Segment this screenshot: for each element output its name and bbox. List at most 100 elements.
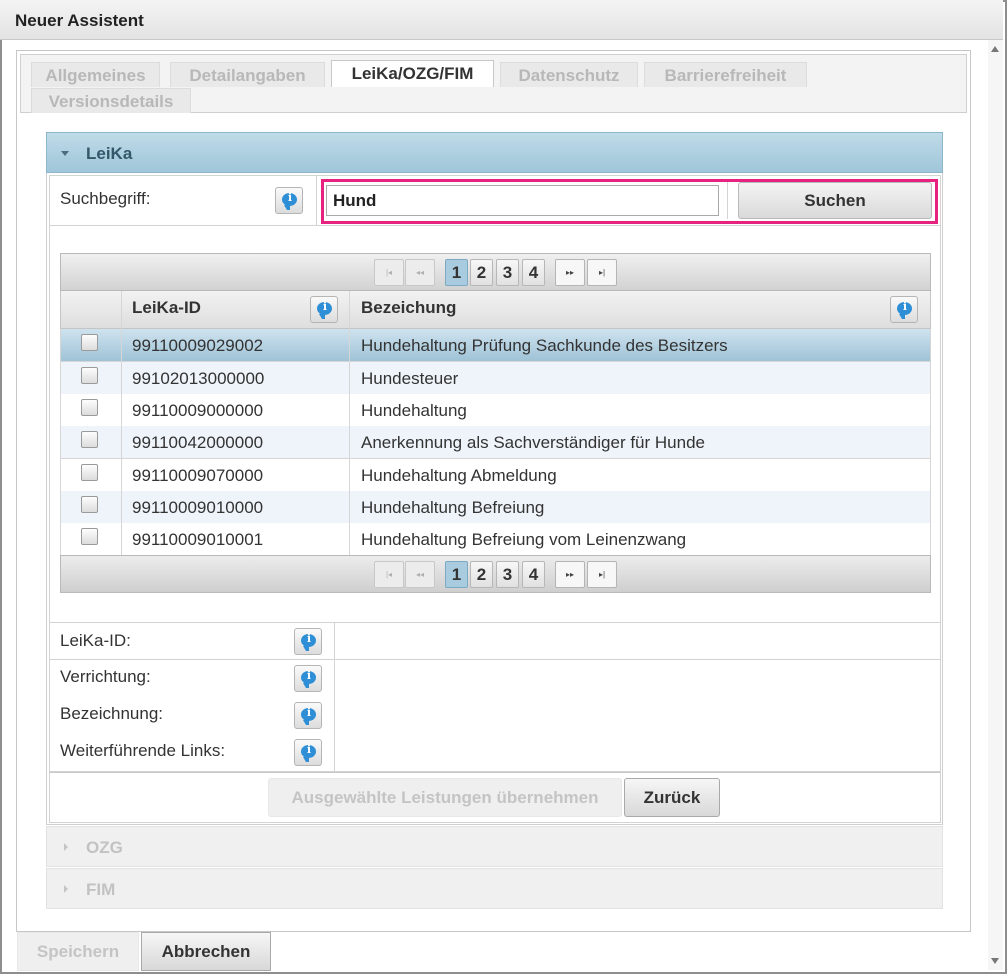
cancel-button[interactable]: Abbrechen	[141, 932, 271, 971]
search-label: Suchbegriff:	[60, 189, 151, 208]
table-row[interactable]: 99102013000000 Hundesteuer	[60, 362, 931, 395]
column-header-bezeichung[interactable]: Bezeichung	[361, 298, 456, 318]
pager-bottom: |◂ ◂◂ 1 2 3 4 ▸▸ ▸|	[60, 555, 931, 593]
table-row[interactable]: 99110009070000 Hundehaltung Abmeldung	[60, 459, 931, 492]
vertical-scrollbar[interactable]	[988, 40, 1003, 970]
detail-row-links: Weiterführende Links: i	[49, 734, 941, 772]
ozg-section-header[interactable]: OZG	[46, 826, 943, 867]
links-info-button[interactable]: i	[294, 739, 322, 766]
detail-label-links: Weiterführende Links:	[60, 741, 226, 760]
page-button-2[interactable]: 2	[470, 259, 493, 286]
row-checkbox[interactable]	[81, 528, 98, 545]
search-info-button[interactable]: i	[275, 187, 303, 214]
column-header-leika-id[interactable]: LeiKa-ID	[132, 298, 201, 318]
column-divider	[349, 329, 350, 361]
row-leika-id: 99110009000000	[132, 401, 264, 420]
last-page-icon[interactable]: ▸|	[587, 259, 617, 286]
bezeichnung-info-button[interactable]: i	[294, 702, 322, 729]
divider	[334, 697, 335, 735]
column-divider	[349, 394, 350, 426]
row-bezeichung: Hundehaltung Prüfung Sachkunde des Besit…	[361, 336, 728, 355]
table-row[interactable]: 99110009000000 Hundehaltung	[60, 394, 931, 427]
ozg-section-title: OZG	[86, 838, 123, 857]
row-checkbox[interactable]	[81, 431, 98, 448]
chevron-right-icon	[64, 885, 68, 893]
chevron-right-icon	[64, 843, 68, 851]
page-button-3[interactable]: 3	[496, 259, 519, 286]
detail-row-leika-id: LeiKa-ID: i	[49, 622, 941, 661]
save-button[interactable]: Speichern	[17, 932, 139, 971]
row-checkbox[interactable]	[81, 496, 98, 513]
row-bezeichung: Anerkennung als Sachverständiger für Hun…	[361, 433, 705, 452]
column-divider	[349, 523, 350, 555]
apply-selected-button[interactable]: Ausgewählte Leistungen übernehmen	[268, 778, 622, 817]
column-divider	[349, 459, 350, 491]
column-divider	[121, 291, 122, 329]
tab-detailangaben[interactable]: Detailangaben	[170, 62, 325, 87]
row-leika-id: 99110042000000	[132, 433, 264, 452]
detail-row-verrichtung: Verrichtung: i	[49, 660, 941, 698]
divider	[316, 175, 317, 226]
row-leika-id: 99102013000000	[132, 369, 265, 388]
row-leika-id: 99110009010000	[132, 498, 264, 517]
detail-label-verrichtung: Verrichtung:	[60, 667, 151, 686]
page-button-4[interactable]: 4	[522, 259, 545, 286]
column-divider	[121, 491, 122, 523]
detail-label-bezeichnung: Bezeichnung:	[60, 704, 164, 723]
tab-datenschutz[interactable]: Datenschutz	[500, 62, 638, 87]
tab-versionsdetails[interactable]: Versionsdetails	[31, 88, 191, 113]
leika-section-title: LeiKa	[86, 144, 133, 163]
next-page-icon[interactable]: ▸▸	[555, 259, 585, 286]
row-checkbox[interactable]	[81, 367, 98, 384]
page-button-1[interactable]: 1	[445, 259, 468, 286]
first-page-icon[interactable]: |◂	[374, 561, 404, 588]
divider	[334, 734, 335, 772]
detail-row-bezeichnung: Bezeichnung: i	[49, 697, 941, 735]
page-button-1[interactable]: 1	[445, 561, 468, 588]
row-bezeichung: Hundehaltung Abmeldung	[361, 466, 557, 485]
tab-allgemeines[interactable]: Allgemeines	[31, 62, 160, 87]
leika-section-header[interactable]: LeiKa	[46, 132, 943, 173]
search-button[interactable]: Suchen	[738, 182, 932, 219]
tab-leika-ozg-fim[interactable]: LeiKa/OZG/FIM	[331, 60, 494, 87]
previous-page-icon[interactable]: ◂◂	[405, 561, 435, 588]
chevron-down-icon	[61, 151, 69, 156]
row-bezeichung: Hundehaltung Befreiung	[361, 498, 545, 517]
row-bezeichung: Hundehaltung Befreiung vom Leinenzwang	[361, 530, 687, 549]
search-input[interactable]	[326, 185, 719, 216]
column-divider	[121, 523, 122, 555]
row-leika-id: 99110009029002	[132, 336, 264, 355]
row-leika-id: 99110009070000	[132, 466, 264, 485]
row-checkbox[interactable]	[81, 334, 98, 351]
verrichtung-info-button[interactable]: i	[294, 665, 322, 692]
row-checkbox[interactable]	[81, 464, 98, 481]
leika-id-detail-info-button[interactable]: i	[294, 628, 322, 655]
row-bezeichung: Hundehaltung	[361, 401, 467, 420]
column-divider	[349, 291, 350, 329]
table-row[interactable]: 99110009010001 Hundehaltung Befreiung vo…	[60, 523, 931, 556]
table-row[interactable]: 99110042000000 Anerkennung als Sachverst…	[60, 426, 931, 459]
next-page-icon[interactable]: ▸▸	[555, 561, 585, 588]
previous-page-icon[interactable]: ◂◂	[405, 259, 435, 286]
bezeichung-info-button[interactable]: i	[890, 296, 918, 323]
divider	[334, 623, 335, 661]
page-button-4[interactable]: 4	[522, 561, 545, 588]
row-bezeichung: Hundesteuer	[361, 369, 459, 388]
scroll-down-arrow-icon[interactable]	[991, 958, 999, 964]
scroll-up-arrow-icon[interactable]	[991, 46, 999, 52]
fim-section-header[interactable]: FIM	[46, 868, 943, 909]
page-button-3[interactable]: 3	[496, 561, 519, 588]
dialog-titlebar: Neuer Assistent	[0, 0, 1003, 40]
row-checkbox[interactable]	[81, 399, 98, 416]
column-divider	[349, 491, 350, 523]
back-button[interactable]: Zurück	[624, 778, 720, 817]
table-row[interactable]: 99110009010000 Hundehaltung Befreiung	[60, 491, 931, 524]
column-divider	[349, 362, 350, 394]
column-divider	[121, 362, 122, 394]
last-page-icon[interactable]: ▸|	[587, 561, 617, 588]
tab-barrierefreiheit[interactable]: Barrierefreiheit	[644, 62, 807, 87]
table-row[interactable]: 99110009029002 Hundehaltung Prüfung Sach…	[60, 329, 931, 362]
first-page-icon[interactable]: |◂	[374, 259, 404, 286]
leika-id-info-button[interactable]: i	[310, 296, 338, 323]
page-button-2[interactable]: 2	[470, 561, 493, 588]
